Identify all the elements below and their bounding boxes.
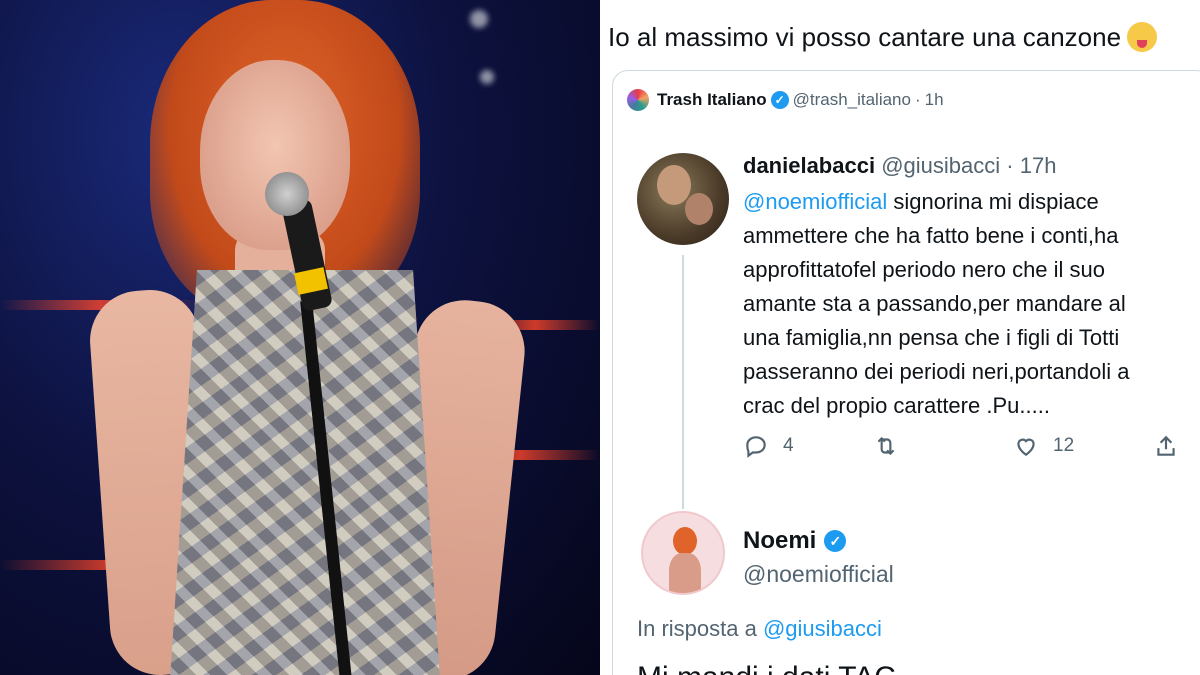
- reply-text: @noemiofficial signorina mi dispiace amm…: [743, 185, 1200, 423]
- wink-emoji-icon: [1127, 22, 1158, 52]
- retweet-icon: [877, 436, 895, 456]
- verified-icon: ✓: [824, 530, 847, 552]
- reply-author-handle[interactable]: @giusibacci: [881, 153, 1000, 178]
- reply-line: approfittatofel periodo nero che il suo: [743, 257, 1106, 282]
- reply-line: amante sta a passando,per mandare al: [743, 291, 1126, 316]
- author-avatar[interactable]: [641, 511, 725, 595]
- source-handle[interactable]: @trash_italiano: [793, 90, 911, 110]
- reply-line: una famiglia,nn pensa che i figli di Tot…: [743, 325, 1120, 350]
- reply-author-avatar[interactable]: [637, 153, 729, 245]
- tweet-actions: 4 12: [743, 433, 1200, 473]
- like-icon: [1017, 438, 1035, 456]
- reply-line: passeranno dei periodi neri,portandoli a: [743, 359, 1130, 384]
- author-tweet-text: Mi mandi i dati TAC: [637, 661, 896, 675]
- like-count: 12: [1053, 435, 1075, 456]
- author-handle[interactable]: @noemiofficial: [743, 561, 894, 588]
- reply-line: ammettere che ha fatto bene i conti,ha: [743, 223, 1119, 248]
- source-time[interactable]: 1h: [925, 90, 944, 110]
- reply-author-name[interactable]: danielabacci: [743, 153, 875, 178]
- tweet-text: Io al massimo vi posso cantare una canzo…: [608, 22, 1158, 53]
- thread-line: [682, 255, 684, 509]
- separator-dot: ·: [914, 90, 921, 109]
- reply-header: danielabacci @giusibacci · 17h: [743, 153, 1057, 178]
- share-button[interactable]: [1153, 433, 1179, 459]
- author-name[interactable]: Noemi: [743, 527, 816, 555]
- author-name-row: Noemi ✓: [743, 527, 847, 555]
- share-icon: [1157, 435, 1175, 456]
- singer-photo: [0, 0, 600, 675]
- reply-to-mention[interactable]: @giusibacci: [763, 616, 882, 641]
- retweet-button[interactable]: [873, 433, 899, 459]
- reply-time[interactable]: 17h: [1020, 153, 1057, 178]
- like-button[interactable]: 12: [1013, 433, 1074, 459]
- reply-line: @noemiofficial signorina mi dispiace: [743, 189, 1099, 214]
- source-avatar[interactable]: [627, 89, 649, 111]
- tweet-screenshot: Io al massimo vi posso cantare una canzo…: [600, 0, 1200, 675]
- reply-icon: [746, 436, 766, 458]
- verified-icon: ✓: [770, 91, 789, 109]
- reply-button[interactable]: 4: [743, 433, 794, 459]
- reply-line: crac del propio carattere .Pu.....: [743, 393, 1050, 418]
- quoted-tweet-card[interactable]: Trash Italiano ✓ @trash_italiano · 1h da…: [612, 70, 1200, 675]
- source-name[interactable]: Trash Italiano: [657, 90, 767, 110]
- reply-to-line: In risposta a @giusibacci: [637, 616, 882, 641]
- mention-link[interactable]: @noemiofficial: [743, 189, 887, 214]
- reply-count: 4: [783, 435, 794, 456]
- quoted-tweet-header: Trash Italiano ✓ @trash_italiano · 1h: [627, 89, 944, 111]
